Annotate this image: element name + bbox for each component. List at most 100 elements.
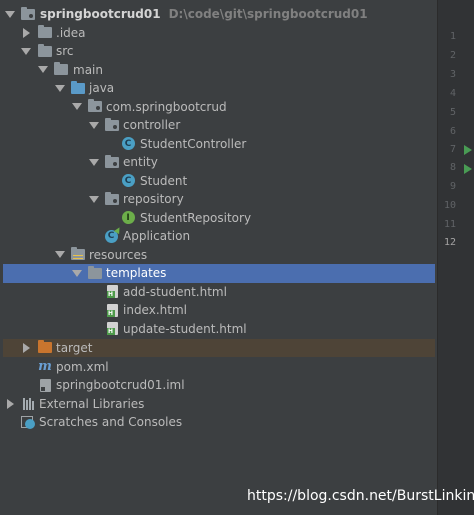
tree-label: pom.xml	[56, 359, 109, 374]
package-icon	[87, 99, 103, 115]
tree-row-add-student-html[interactable]: add-student.html	[0, 283, 437, 302]
resources-folder-icon	[70, 247, 86, 263]
tree-label: add-student.html	[123, 284, 227, 299]
scratches-icon	[20, 414, 36, 430]
tree-row-templates[interactable]: templates	[3, 264, 435, 283]
tree-row-java[interactable]: java	[0, 79, 437, 98]
tree-row-controller[interactable]: controller	[0, 116, 437, 135]
tree-row-main[interactable]: main	[0, 61, 437, 80]
tree-row-src[interactable]: src	[0, 42, 437, 61]
folder-icon	[87, 265, 103, 281]
expand-arrow-icon[interactable]	[20, 45, 32, 57]
line-number: 3	[449, 69, 456, 80]
tree-row-scratches[interactable]: Scratches and Consoles	[0, 413, 437, 432]
tree-row-index-html[interactable]: index.html	[0, 301, 437, 320]
tree-label: src	[56, 44, 74, 59]
expand-arrow-icon[interactable]	[54, 82, 66, 94]
tree-row-student[interactable]: C Student	[0, 172, 437, 191]
tree-row-repository[interactable]: repository	[0, 190, 437, 209]
collapse-arrow-icon[interactable]	[20, 342, 32, 354]
tree-label: StudentController	[140, 136, 247, 151]
folder-icon	[37, 43, 53, 59]
tree-row-resources[interactable]: resources	[0, 246, 437, 265]
spring-boot-class-icon: C	[103, 228, 119, 244]
tree-row-entity[interactable]: entity	[0, 153, 437, 172]
package-icon	[104, 191, 120, 207]
line-number: 9	[449, 181, 456, 192]
line-number: 1	[449, 31, 456, 42]
line-number: 11	[443, 219, 456, 230]
class-icon: C	[120, 173, 136, 189]
project-tree[interactable]: springbootcrud01 D:\code\git\springbootcr…	[0, 0, 437, 515]
tree-row-package[interactable]: com.springbootcrud	[0, 98, 437, 117]
expand-arrow-icon[interactable]	[54, 249, 66, 261]
source-folder-icon	[70, 80, 86, 96]
html-file-icon	[104, 284, 120, 300]
expand-arrow-icon[interactable]	[71, 101, 83, 113]
line-number: 7	[449, 144, 456, 155]
expand-arrow-icon[interactable]	[37, 64, 49, 76]
tree-row-target[interactable]: target	[3, 338, 435, 357]
module-file-icon	[37, 377, 53, 393]
expand-arrow-icon[interactable]	[4, 8, 16, 20]
collapse-arrow-icon[interactable]	[4, 398, 16, 410]
tree-label: update-student.html	[123, 321, 247, 336]
maven-icon: m	[38, 359, 52, 375]
tree-label: External Libraries	[39, 396, 145, 411]
line-number: 2	[449, 50, 456, 61]
folder-icon	[37, 25, 53, 41]
package-icon	[104, 117, 120, 133]
excluded-folder-icon	[37, 340, 53, 356]
tree-label: java	[89, 81, 115, 96]
folder-icon	[53, 62, 69, 78]
project-name: springbootcrud01 D:\code\git\springbootcr…	[40, 7, 368, 22]
current-line-number: 12	[443, 237, 456, 248]
tree-label: controller	[123, 118, 181, 133]
tree-row-idea[interactable]: .idea	[0, 24, 437, 43]
tree-label: com.springbootcrud	[106, 99, 227, 114]
line-number: 5	[449, 107, 456, 118]
tree-row-pom-xml[interactable]: m pom.xml	[0, 358, 437, 377]
tree-label: templates	[106, 266, 167, 281]
run-gutter-icon[interactable]	[464, 145, 472, 155]
line-number: 6	[449, 126, 456, 137]
tree-label: target	[56, 340, 93, 355]
tree-label: .idea	[56, 25, 86, 40]
tree-row-update-student-html[interactable]: update-student.html	[0, 320, 437, 339]
expand-arrow-icon[interactable]	[71, 267, 83, 279]
libraries-icon	[20, 396, 36, 412]
run-gutter-icon[interactable]	[464, 164, 472, 174]
watermark-text: https://blog.csdn.net/BurstLinking	[247, 488, 474, 504]
expand-arrow-icon[interactable]	[88, 193, 100, 205]
tree-label: Student	[140, 173, 188, 188]
line-number: 4	[449, 88, 456, 99]
html-file-icon	[104, 321, 120, 337]
tree-label: resources	[89, 247, 148, 262]
tree-label: StudentRepository	[140, 210, 252, 225]
folder-icon	[20, 6, 36, 22]
tree-label: index.html	[123, 303, 187, 318]
tree-label: springbootcrud01.iml	[56, 378, 185, 393]
tree-row-application[interactable]: C Application	[0, 227, 437, 246]
html-file-icon	[104, 302, 120, 318]
collapse-arrow-icon[interactable]	[20, 27, 32, 39]
tree-label: main	[73, 62, 103, 77]
tree-label: Application	[123, 229, 191, 244]
tree-row-student-controller[interactable]: C StudentController	[0, 135, 437, 154]
package-icon	[104, 154, 120, 170]
tree-row-external-libraries[interactable]: External Libraries	[0, 395, 437, 414]
expand-arrow-icon[interactable]	[88, 156, 100, 168]
project-path: D:\code\git\springbootcrud01	[168, 7, 368, 22]
tree-row-student-repository[interactable]: I StudentRepository	[0, 209, 437, 228]
tree-row-project-root[interactable]: springbootcrud01 D:\code\git\springbootcr…	[0, 5, 437, 24]
line-number: 8	[449, 162, 456, 173]
expand-arrow-icon[interactable]	[88, 119, 100, 131]
tree-row-iml[interactable]: springbootcrud01.iml	[0, 376, 437, 395]
tree-label: repository	[123, 192, 184, 207]
line-number: 10	[443, 200, 456, 211]
interface-icon: I	[120, 210, 136, 226]
tree-label: Scratches and Consoles	[39, 415, 183, 430]
editor-gutter: 1 2 3 4 5 6 7 8 9 10 11 12	[437, 0, 474, 515]
tree-label: entity	[123, 155, 158, 170]
class-icon: C	[120, 136, 136, 152]
